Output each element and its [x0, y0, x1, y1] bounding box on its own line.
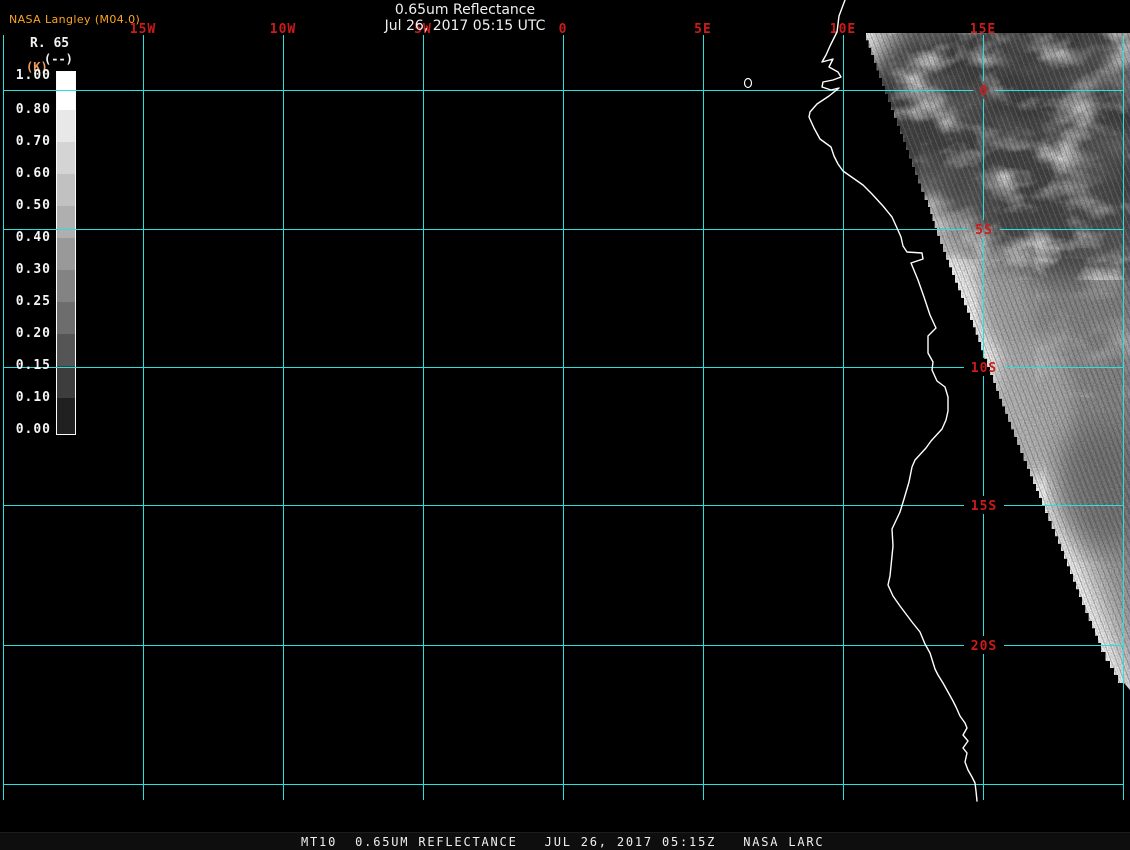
meridian-label: 10E	[830, 22, 856, 37]
colorbar-segment	[57, 270, 75, 302]
parallel-label: 15S	[971, 499, 997, 514]
island-outline	[745, 79, 752, 88]
colorbar-segment	[57, 302, 75, 334]
status-bar: MT10 0.65UM REFLECTANCE JUL 26, 2017 05:…	[0, 832, 1130, 850]
colorbar-segment	[57, 206, 75, 238]
colorbar-segment	[57, 334, 75, 366]
meridian-label: 15E	[970, 22, 996, 37]
legend-scale-value: 0.40	[12, 231, 51, 245]
legend-scale-value: 0.10	[12, 391, 51, 405]
parallel-label: 20S	[971, 639, 997, 654]
reflectance-colorbar	[57, 72, 76, 435]
timestamp-label: Jul 26, 2017 05:15 UTC	[300, 19, 630, 34]
legend-scale-value: 0.25	[12, 295, 51, 309]
legend-scale-value: 1.00	[12, 69, 51, 83]
legend-scale-value: 0.30	[12, 263, 51, 277]
legend-scale-value: 0.20	[12, 327, 51, 341]
parallel-label: 5S	[975, 223, 993, 238]
colorbar-segment	[57, 174, 75, 206]
legend-scale-value: 0.80	[12, 103, 51, 117]
colorbar-segment	[57, 110, 75, 142]
title-block: 0.65um Reflectance Jul 26, 2017 05:15 UT…	[300, 2, 630, 34]
legend-scale-value: 0.15	[12, 359, 51, 373]
status-bar-text: MT10 0.65UM REFLECTANCE JUL 26, 2017 05:…	[301, 835, 824, 849]
legend-scale-value: 0.50	[12, 199, 51, 213]
meridian-label: 10W	[270, 22, 296, 37]
satellite-image-viewer: 15W10W5W05E10E15E05S10S15S20S NASA Langl…	[0, 0, 1130, 850]
parallel-label: 10S	[971, 361, 997, 376]
legend-scale-value: 0.60	[12, 167, 51, 181]
satellite-map: 15W10W5W05E10E15E05S10S15S20S	[0, 0, 1130, 850]
colorbar-segment	[57, 398, 75, 434]
legend-subtitle: (--)	[44, 52, 73, 66]
legend-title: R. 65	[30, 36, 69, 51]
credit-label: NASA Langley (M04.0)	[9, 13, 140, 26]
legend-scale-value: 0.00	[12, 423, 51, 437]
page-title: 0.65um Reflectance	[300, 2, 630, 19]
colorbar-segment	[57, 238, 75, 270]
colorbar-segment	[57, 142, 75, 174]
meridian-label: 5E	[694, 22, 712, 37]
colorbar-segment	[57, 366, 75, 398]
parallel-label: 0	[980, 84, 989, 99]
legend-scale-value: 0.70	[12, 135, 51, 149]
